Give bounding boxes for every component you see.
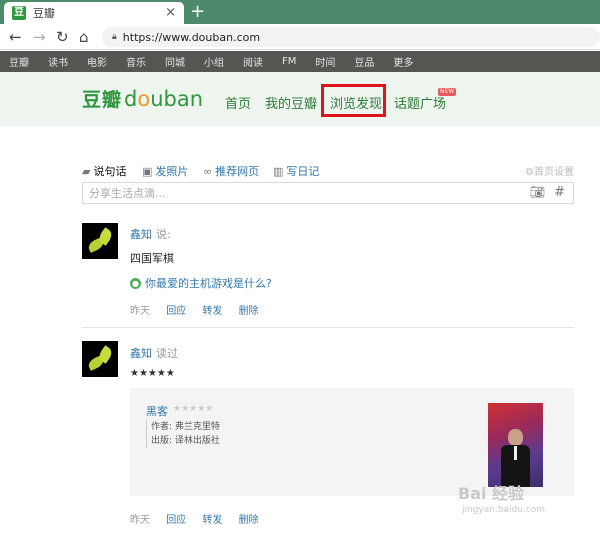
feed-actions: 昨天 回应 转发 删除 [130,302,272,317]
highlight-box [321,84,386,117]
global-nav-item[interactable]: 同城 [165,54,185,69]
back-icon[interactable]: ← [9,27,22,47]
feed-user-name[interactable]: 鑫知 说: [130,226,171,242]
global-nav-item[interactable]: 豆品 [354,54,374,69]
homepage-settings-link[interactable]: ⚙首页设置 [525,163,574,178]
logo-text-en: douban [124,87,204,111]
nav-topics[interactable]: 话题广场 [394,93,446,112]
delete-button[interactable]: 删除 [239,306,259,317]
book-author: 作者: 弗兰克里特 [151,422,220,432]
global-nav-item[interactable]: 读书 [48,54,68,69]
global-nav-item[interactable]: 电影 [87,54,107,69]
reply-button[interactable]: 回应 [166,515,186,526]
feed-divider [82,327,574,328]
douban-global-nav: 豆瓣 读书 电影 音乐 同城 小组 阅读 FM 时间 豆品 更多 [0,51,600,72]
logo-text-zh: 豆瓣 [82,89,123,111]
tab-say[interactable]: ▰ 说句话 [82,163,126,179]
feed-status-text: 四国军棋 [130,252,174,265]
douban-header: 豆瓣 douban 首页 我的豆瓣 浏览发现 话题广场 [0,72,600,126]
browser-tab-bar: 豆 豆瓣 × + [0,0,600,24]
book-rating-stars: ★★★★★ [173,404,214,414]
rating-stars: ★★★★★ [130,368,175,379]
watermark-logo: Bai 经验 [458,484,525,503]
reshare-button[interactable]: 转发 [202,306,222,317]
reply-button[interactable]: 回应 [166,306,186,317]
new-badge: NEW [438,88,457,96]
delete-button[interactable]: 删除 [239,515,259,526]
feed-user-name[interactable]: 鑫知 读过 [130,345,178,361]
book-meta: 作者: 弗兰克里特 出版: 译林出版社 [146,420,220,448]
camera-icon[interactable]: 📷︎ [530,185,545,199]
speech-icon: ▰ [82,164,91,178]
book-cover[interactable] [488,403,543,487]
avatar[interactable] [82,223,118,259]
photo-icon: ▣ [142,164,153,178]
global-nav-item[interactable]: 更多 [393,54,413,69]
global-nav-item[interactable]: 小组 [204,54,224,69]
global-nav-item[interactable]: 时间 [315,54,335,69]
hashtag-icon[interactable]: # [554,185,565,200]
home-icon[interactable]: ⌂ [79,27,89,47]
status-placeholder: 分享生活点滴... [89,187,166,200]
global-nav-item[interactable]: FM [282,56,296,67]
timestamp: 昨天 [130,515,150,526]
watermark-url: jingyan.baidu.com [462,505,546,515]
douban-favicon-icon: 豆 [12,6,26,20]
gear-icon: ⚙ [525,167,534,178]
lock-icon: 🔒︎ [112,32,117,42]
new-tab-button[interactable]: + [190,1,205,23]
tab-diary[interactable]: ▥ 写日记 [273,163,319,179]
tab-link[interactable]: ∞ 推荐网页 [203,163,259,179]
composer-tabs: ▰ 说句话 ▣ 发照片 ∞ 推荐网页 ▥ 写日记 ⚙首页设置 [82,163,574,179]
tab-title: 豆瓣 [33,7,55,20]
nav-home[interactable]: 首页 [225,93,251,112]
feed-actions: 昨天 回应 转发 删除 [130,511,272,526]
forward-icon[interactable]: → [33,27,46,47]
url-input[interactable]: 🔒︎ https://www.douban.com [102,27,600,47]
global-nav-item[interactable]: 阅读 [243,54,263,69]
feed-topic-link[interactable]: ● 你最爱的主机游戏是什么? [130,275,272,291]
status-input[interactable]: 分享生活点滴... 📷︎ # [82,182,574,204]
close-tab-icon[interactable]: × [165,5,176,20]
book-publisher: 出版: 译林出版社 [151,436,220,446]
reshare-button[interactable]: 转发 [202,515,222,526]
browser-tab[interactable]: 豆 豆瓣 × [4,2,184,24]
url-text: https://www.douban.com [122,30,261,44]
diary-icon: ▥ [273,164,284,178]
topic-icon: ● [130,277,141,289]
link-icon: ∞ [203,164,213,178]
douban-logo[interactable]: 豆瓣 douban [82,85,203,112]
tab-photo[interactable]: ▣ 发照片 [142,163,188,179]
book-title[interactable]: 黑客 [146,403,168,419]
timestamp: 昨天 [130,306,150,317]
avatar[interactable] [82,341,118,377]
nav-my-douban[interactable]: 我的豆瓣 [265,93,317,112]
global-nav-item[interactable]: 音乐 [126,54,146,69]
reload-icon[interactable]: ↻ [56,27,69,47]
address-bar: ← → ↻ ⌂ 🔒︎ https://www.douban.com [0,24,600,50]
global-nav-item[interactable]: 豆瓣 [9,54,29,69]
